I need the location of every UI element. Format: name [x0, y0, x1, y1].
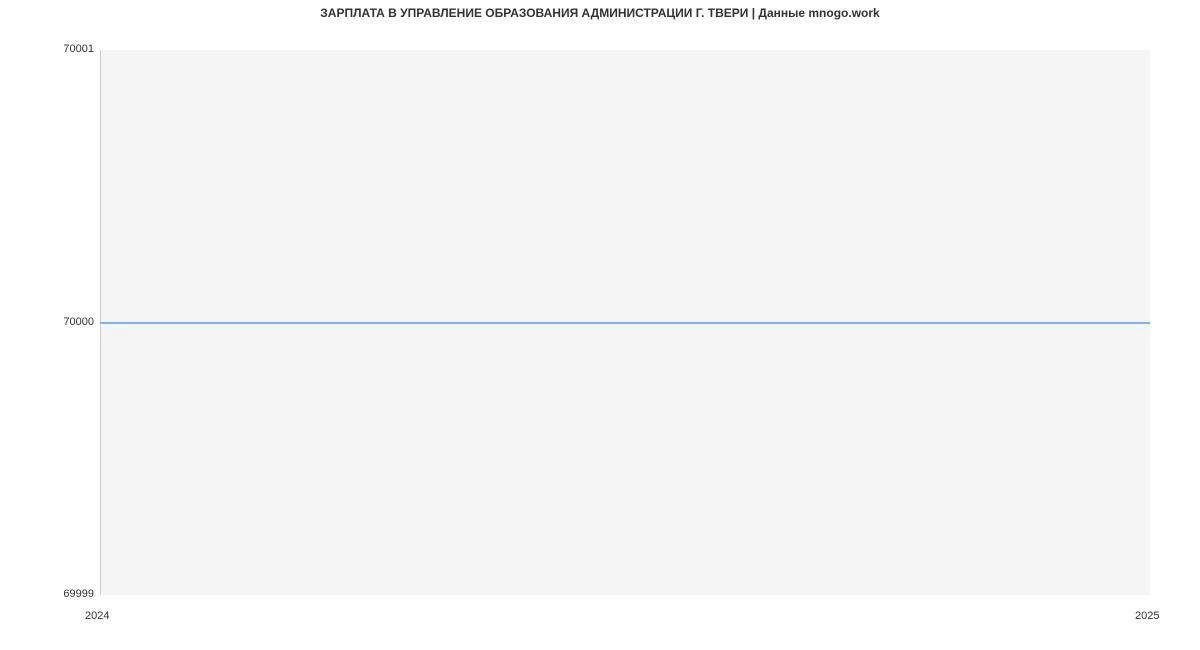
x-tick-label: 2024: [85, 610, 109, 622]
x-tick-label: 2025: [1135, 610, 1159, 622]
y-tick-label: 70001: [4, 44, 94, 55]
chart-container: ЗАРПЛАТА В УПРАВЛЕНИЕ ОБРАЗОВАНИЯ АДМИНИ…: [0, 0, 1200, 650]
y-tick-label: 70000: [4, 317, 94, 328]
series-line: [100, 322, 1150, 324]
y-tick-label: 69999: [4, 589, 94, 600]
chart-title: ЗАРПЛАТА В УПРАВЛЕНИЕ ОБРАЗОВАНИЯ АДМИНИ…: [0, 6, 1200, 20]
